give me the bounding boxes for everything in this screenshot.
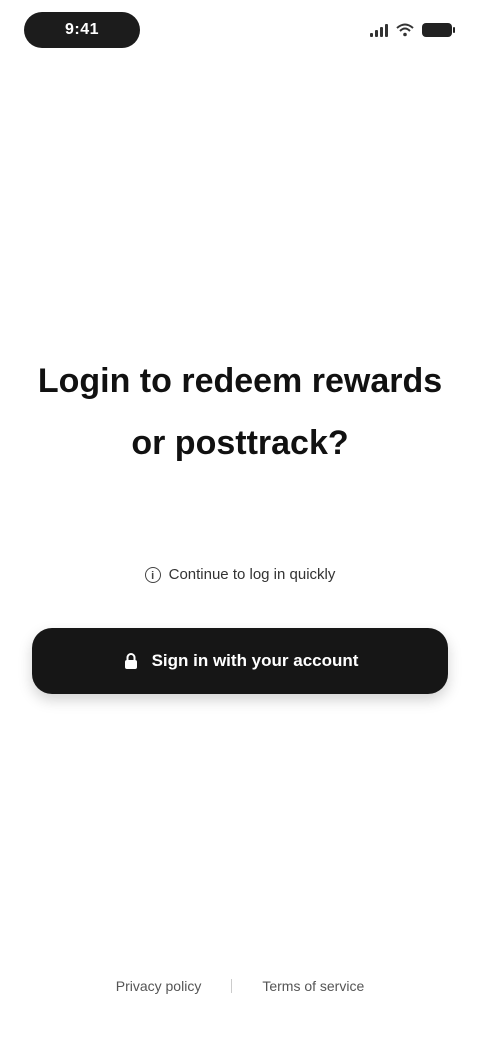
- info-icon: i: [144, 566, 161, 583]
- sign-in-button[interactable]: Sign in with your account: [32, 628, 448, 694]
- subtitle-text: Continue to log in quickly: [168, 566, 336, 583]
- wifi-icon: [396, 23, 414, 37]
- sign-in-button-label: Sign in with your account: [151, 651, 359, 670]
- terms-of-service-link[interactable]: Terms of service: [262, 978, 364, 994]
- footer-links: Privacy policy Terms of service: [0, 978, 480, 994]
- status-icons: [370, 18, 455, 42]
- status-time: 9:41: [24, 12, 140, 48]
- battery-icon: [422, 23, 455, 37]
- status-bar: 9:41: [0, 0, 480, 64]
- subtitle: i Continue to log in quickly: [0, 566, 480, 583]
- hero-section: Login to redeem rewards or posttrack?: [0, 350, 480, 474]
- signal-icon: [370, 23, 388, 37]
- footer-divider: [231, 979, 233, 993]
- page-title: Login to redeem rewards or posttrack?: [37, 362, 443, 462]
- lock-icon: [124, 653, 137, 669]
- privacy-policy-link[interactable]: Privacy policy: [116, 978, 202, 994]
